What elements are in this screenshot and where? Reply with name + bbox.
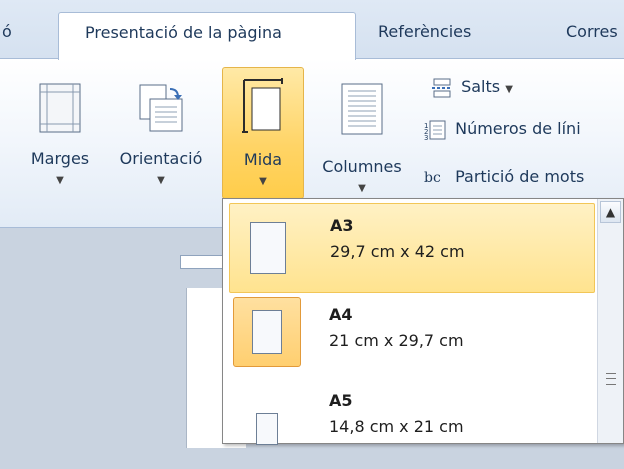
- chevron-down-icon: ▼: [157, 175, 165, 186]
- size-dropdown-menu: A3 29,7 cm x 42 cm A4 21 cm x 29,7 cm A5…: [222, 198, 624, 445]
- size-option-name: A5: [329, 391, 353, 410]
- a5-thumbnail: [233, 389, 301, 455]
- breaks-button[interactable]: Salts ▼: [430, 77, 513, 98]
- tab-references[interactable]: Referències: [378, 22, 471, 41]
- scroll-grip-icon[interactable]: [606, 373, 616, 385]
- size-button[interactable]: Mida ▼: [222, 67, 304, 199]
- page-icon: [250, 222, 286, 274]
- size-option-name: A3: [330, 216, 354, 235]
- ribbon-tab-strip: ó Presentació de la pàgina Referències C…: [0, 0, 624, 60]
- hyphenation-icon: bc: [424, 169, 441, 186]
- size-option-a5[interactable]: A5 14,8 cm x 21 cm: [229, 379, 595, 469]
- chevron-down-icon: ▼: [358, 183, 366, 194]
- columns-label: Columnes: [322, 157, 402, 176]
- size-option-a3[interactable]: A3 29,7 cm x 42 cm: [229, 203, 595, 293]
- orientation-button[interactable]: Orientació ▼: [106, 67, 216, 199]
- orientation-label: Orientació: [119, 149, 203, 168]
- chevron-down-icon: ▼: [56, 175, 64, 186]
- scroll-up-icon[interactable]: ▲: [600, 201, 621, 223]
- hyphenation-button[interactable]: bc Partició de mots: [424, 167, 584, 186]
- tab-page-layout-label: Presentació de la pàgina: [85, 23, 282, 42]
- line-numbers-button[interactable]: 1 2 3 Números de líni: [424, 119, 581, 140]
- columns-icon: [341, 83, 383, 135]
- breaks-icon: [432, 78, 452, 97]
- svg-text:3: 3: [424, 134, 428, 140]
- hyphenation-label: Partició de mots: [455, 167, 585, 186]
- tab-insert-partial[interactable]: ó: [2, 22, 12, 41]
- size-option-dimensions: 21 cm x 29,7 cm: [329, 331, 464, 350]
- tab-page-layout[interactable]: Presentació de la pàgina: [58, 12, 356, 60]
- orientation-icon: [139, 84, 183, 132]
- size-icon: [242, 78, 283, 133]
- breaks-label: Salts: [461, 77, 501, 96]
- line-numbers-label: Números de líni: [455, 119, 581, 138]
- size-option-name: A4: [329, 305, 353, 324]
- size-label: Mida: [243, 150, 283, 169]
- size-option-a4[interactable]: A4 21 cm x 29,7 cm: [229, 293, 595, 383]
- a4-thumbnail-selected: [233, 297, 301, 367]
- line-numbers-icon: 1 2 3: [424, 120, 446, 140]
- a3-thumbnail: [234, 214, 302, 280]
- dropdown-scrollbar[interactable]: ▲: [597, 199, 623, 443]
- chevron-down-icon: ▼: [259, 176, 267, 187]
- margins-label: Marges: [30, 149, 90, 168]
- chevron-down-icon: ▼: [505, 84, 513, 95]
- page-icon: [256, 413, 278, 445]
- columns-button[interactable]: Columnes ▼: [310, 67, 414, 199]
- page-icon: [252, 310, 282, 354]
- tab-mailings-partial[interactable]: Corres: [566, 22, 618, 41]
- margins-icon: [39, 83, 81, 133]
- size-option-dimensions: 29,7 cm x 42 cm: [330, 242, 465, 261]
- margins-button[interactable]: Marges ▼: [14, 67, 106, 199]
- size-option-dimensions: 14,8 cm x 21 cm: [329, 417, 464, 436]
